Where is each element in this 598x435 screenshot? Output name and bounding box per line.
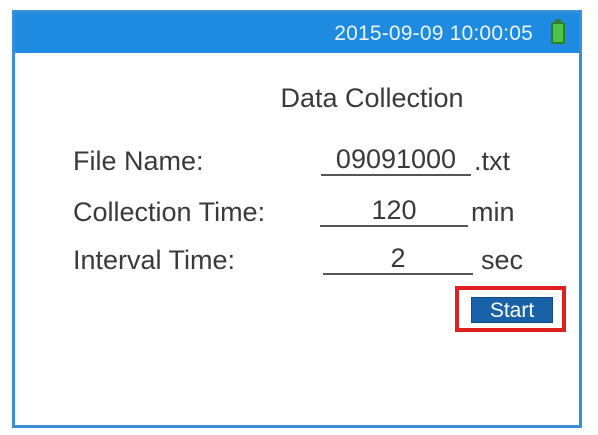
page-title: Data Collection [280, 83, 464, 113]
collection-time-unit: min [471, 197, 515, 227]
file-name-label: File Name: [73, 146, 204, 176]
interval-time-field[interactable]: 2 [323, 243, 473, 275]
start-button[interactable]: Start [471, 297, 553, 323]
battery-icon [551, 19, 565, 44]
interval-time-label: Interval Time: [73, 245, 236, 275]
start-button-highlight: Start [455, 286, 566, 332]
collection-time-label: Collection Time: [73, 197, 266, 227]
interval-time-unit: sec [481, 245, 524, 275]
file-name-field[interactable]: 09091000 [321, 144, 471, 176]
datetime-display: 2015-09-09 10:00:05 [334, 22, 533, 45]
collection-time-field[interactable]: 120 [320, 195, 468, 227]
device-screen: 2015-09-09 10:00:05 Data Collection File… [12, 10, 582, 428]
status-bar: 2015-09-09 10:00:05 [15, 13, 579, 53]
file-name-suffix: .txt [474, 146, 511, 176]
